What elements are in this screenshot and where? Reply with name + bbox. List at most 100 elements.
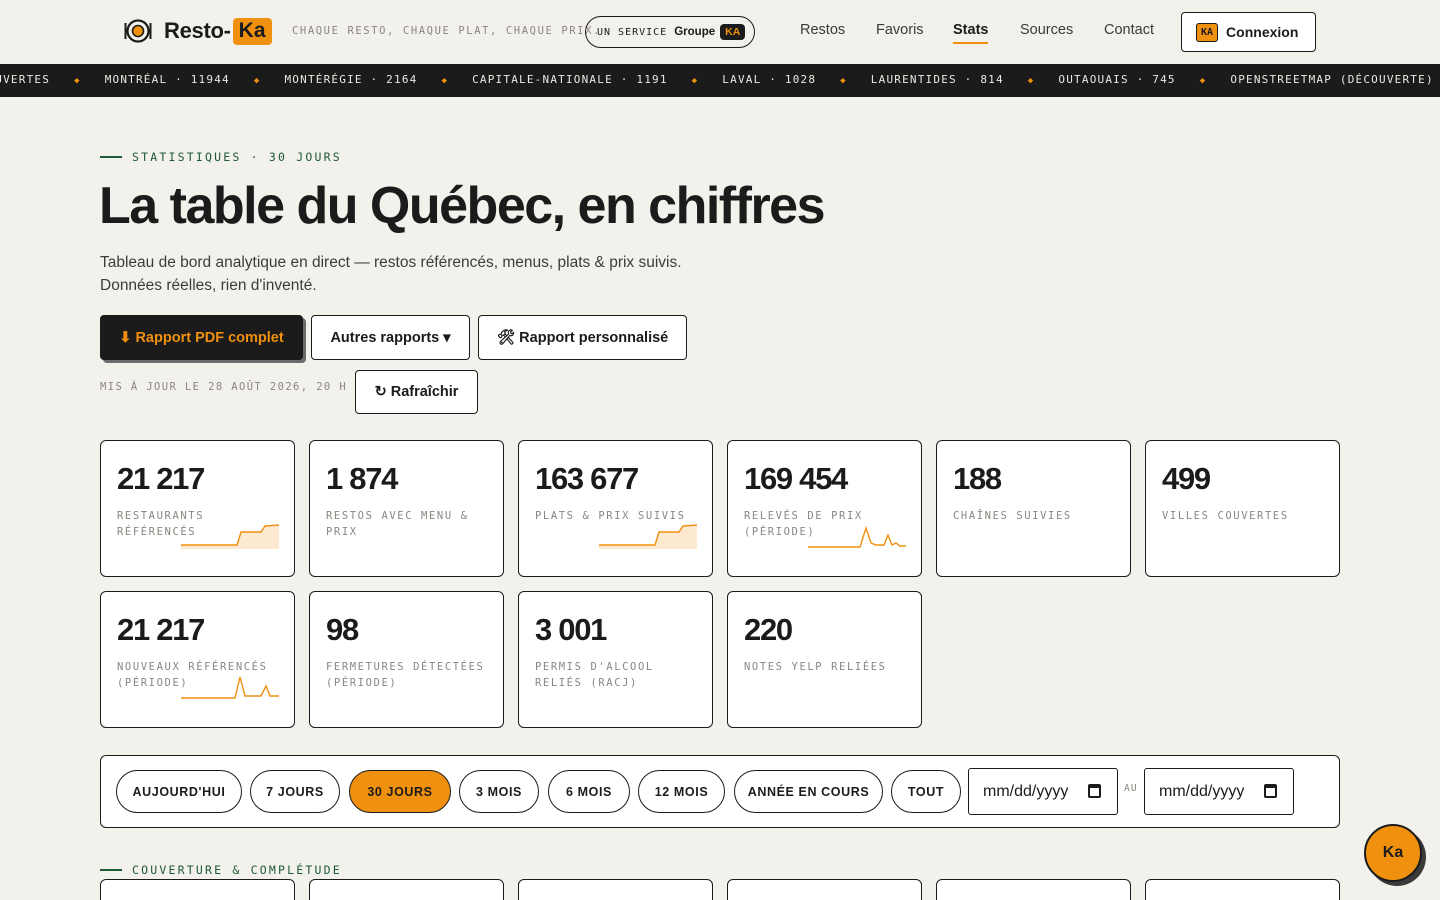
plate-icon [124,19,152,43]
ticker-separator: ◆ [441,76,449,86]
service-group: Groupe [674,26,716,38]
other-reports-dropdown[interactable]: Autres rapports ▾ [311,315,470,360]
kpi-value: 21 217 [117,612,205,647]
ticker-separator: ◆ [1027,76,1035,86]
nav-contact[interactable]: Contact [1104,22,1154,38]
kpi-sparkline [181,524,279,549]
sparkline-line [181,676,279,699]
ticker-item: LAURENTIDES · 814 [870,73,1004,86]
logo-ka-badge: Ka [232,17,272,45]
date-to-input[interactable]: mm/dd/yyyy [1144,768,1294,815]
kpi-sparkline [599,524,697,549]
ticker-item: MONTRÉAL · 11944 [104,73,230,86]
kpi-label: VILLES COUVERTES [1162,510,1289,522]
kpi-sparkline [808,525,906,548]
kpi-value: 169 454 [744,461,848,496]
period-filter-bar: AUJOURD'HUI 7 JOURS 30 JOURS 3 MOIS 6 MO… [100,755,1340,828]
coverage-card [727,879,922,900]
filter-3-months[interactable]: 3 MOIS [459,770,539,813]
service-ka-badge: KA [720,24,746,40]
kpi-label: FERMETURES DÉTECTÉES (PÉRIODE) [326,661,485,689]
kpi-card: 220 NOTES YELP RELIÉES [727,591,922,728]
ticker-separator: ◆ [691,76,699,86]
nav-sources[interactable]: Sources [1020,22,1073,38]
kpi-sparkline [181,676,279,699]
filter-6-months[interactable]: 6 MOIS [548,770,630,813]
ticker-item: OPENSTREETMAP (DÉCOUVERTE) · 12 [1230,73,1440,86]
ticker-track: S COUVERTES ◆ MONTRÉAL · 11944 ◆ MONTÉRÉGIE … [0,73,1440,86]
kpi-value: 499 [1162,461,1211,496]
logo-text: Resto- [164,18,231,43]
kpi-card: 499 VILLES COUVERTES [1145,440,1340,577]
kpi-value: 21 217 [117,461,205,496]
calendar-icon [1088,784,1101,798]
ticker-separator: ◆ [253,76,261,86]
stats-eyebrow: STATISTIQUES · 30 JOURS [100,150,342,164]
date-from-input[interactable]: mm/dd/yyyy [968,768,1118,815]
kpi-value: 220 [744,612,793,647]
kpi-value: 1 874 [326,461,398,496]
ticker-item: S COUVERTES [0,73,51,86]
login-label: Connexion [1226,24,1299,40]
coverage-card [518,879,713,900]
coverage-card [100,879,295,900]
page-description: Tableau de bord analytique en direct — r… [100,251,740,297]
login-button[interactable]: KA Connexion [1181,12,1316,52]
nav-restos[interactable]: Restos [800,22,845,38]
date-from-placeholder: mm/dd/yyyy [983,782,1069,800]
coverage-eyebrow: COUVERTURE & COMPLÉTUDE [100,863,342,877]
filter-30-days[interactable]: 30 JOURS [349,770,451,813]
ticker-item: OUTAOUAIS · 745 [1058,73,1176,86]
desc-line-1: Tableau de bord analytique en direct — r… [100,254,682,271]
filter-today[interactable]: AUJOURD'HUI [116,770,242,813]
ticker-separator: ◆ [840,76,847,86]
calendar-icon [1264,784,1277,798]
coverage-card [1145,879,1340,900]
service-badge[interactable]: UN SERVICE Groupe KA [585,16,756,48]
date-to-placeholder: mm/dd/yyyy [1159,782,1245,800]
refresh-button[interactable]: ↻ Rafraîchir [355,370,478,414]
page-title: La table du Québec, en chiffres [99,177,826,235]
tagline: CHAQUE RESTO, CHAQUE PLAT, CHAQUE PRIX. [292,25,601,37]
chat-assistant-button[interactable]: Ka [1364,824,1422,882]
kpi-label: RESTOS AVEC MENU & PRIX [326,510,469,538]
ticker-separator: ◆ [74,76,81,86]
kpi-label: NOTES YELP RELIÉES [744,661,887,673]
filter-current-year[interactable]: ANNÉE EN COURS [734,770,883,813]
kpi-card: 21 217 RESTAURANTS RÉFÉRENCÉS [100,440,295,577]
kpi-card: 163 677 PLATS & PRIX SUIVIS [518,440,713,577]
filter-7-days[interactable]: 7 JOURS [250,770,340,813]
kpi-card: 169 454 RELEVÉS DE PRIX (PÉRIODE) [727,440,922,577]
date-range-separator: AU [1124,783,1138,794]
filter-12-months[interactable]: 12 MOIS [638,770,725,813]
top-header: Resto- Ka CHAQUE RESTO, CHAQUE PLAT, CHA… [0,0,1440,64]
last-updated: MIS À JOUR LE 28 AOÛT 2026, 20 H 49 [100,381,371,393]
ticker-item: LAVAL · 1028 [722,73,817,86]
kpi-card: 1 874 RESTOS AVEC MENU & PRIX [309,440,504,577]
login-ka-badge: KA [1196,22,1219,42]
kpi-value: 98 [326,612,359,647]
region-ticker: S COUVERTES ◆ MONTRÉAL · 11944 ◆ MONTÉRÉGIE … [0,64,1440,97]
kpi-card: 188 CHAÎNES SUIVIES [936,440,1131,577]
coverage-card [309,879,504,900]
coverage-card [936,879,1131,900]
kpi-label: PERMIS D'ALCOOL RELIÉS (RACJ) [535,661,654,689]
ticker-separator: ◆ [1199,76,1207,86]
kpi-card: 21 217 NOUVEAUX RÉFÉRENCÉS (PÉRIODE) [100,591,295,728]
service-prefix: UN SERVICE [597,26,668,38]
sparkline-line [808,525,906,548]
nav-favoris[interactable]: Favoris [876,22,924,38]
filter-all[interactable]: TOUT [891,770,961,813]
pdf-report-button[interactable]: ⬇ Rapport PDF complet [100,315,303,360]
desc-line-2: Données réelles, rien d'inventé. [100,277,317,294]
kpi-card: 98 FERMETURES DÉTECTÉES (PÉRIODE) [309,591,504,728]
kpi-value: 3 001 [535,612,607,647]
ticker-item: MONTÉRÉGIE · 2164 [284,73,418,86]
logo[interactable]: Resto- Ka [124,17,272,45]
kpi-value: 163 677 [535,461,639,496]
ticker-item: CAPITALE-NATIONALE · 1191 [472,73,668,86]
kpi-card: 3 001 PERMIS D'ALCOOL RELIÉS (RACJ) [518,591,713,728]
kpi-label: CHAÎNES SUIVIES [953,510,1072,522]
nav-stats[interactable]: Stats [953,22,989,44]
custom-report-button[interactable]: 🛠 Rapport personnalisé [478,315,687,360]
